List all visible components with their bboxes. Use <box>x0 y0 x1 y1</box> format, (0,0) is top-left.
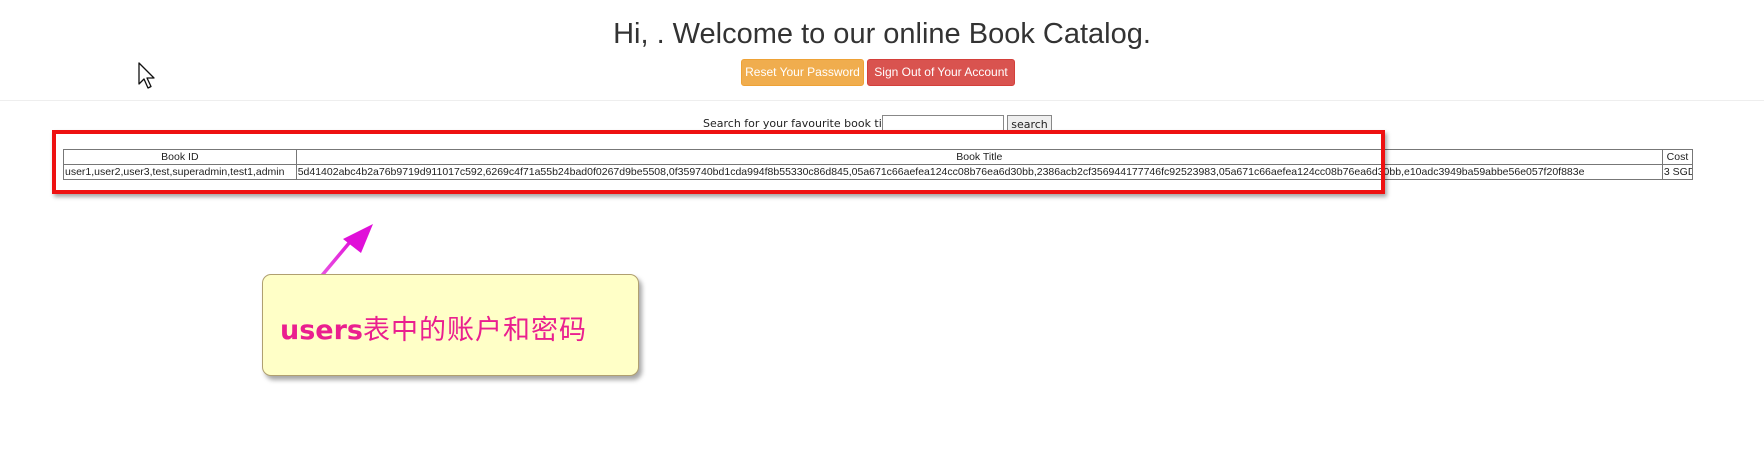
sign-out-button[interactable]: Sign Out of Your Account <box>867 59 1015 86</box>
mouse-pointer-icon <box>138 62 155 89</box>
welcome-heading: Hi, . Welcome to our online Book Catalog… <box>613 18 1151 50</box>
annotation-callout: users表中的账户和密码 <box>262 274 639 376</box>
callout-text: users表中的账户和密码 <box>280 308 587 347</box>
red-highlight-box <box>52 130 1385 194</box>
callout-bold-text: users <box>280 315 363 346</box>
column-header-cost: Cost <box>1661 149 1694 165</box>
page-header: Hi, . Welcome to our online Book Catalog… <box>0 0 1764 101</box>
callout-rest-text: 表中的账户和密码 <box>363 315 587 346</box>
reset-password-button[interactable]: Reset Your Password <box>741 59 864 86</box>
cell-cost: 3 SGD <box>1661 164 1694 180</box>
search-label: Search for your favourite book title <box>703 117 896 130</box>
